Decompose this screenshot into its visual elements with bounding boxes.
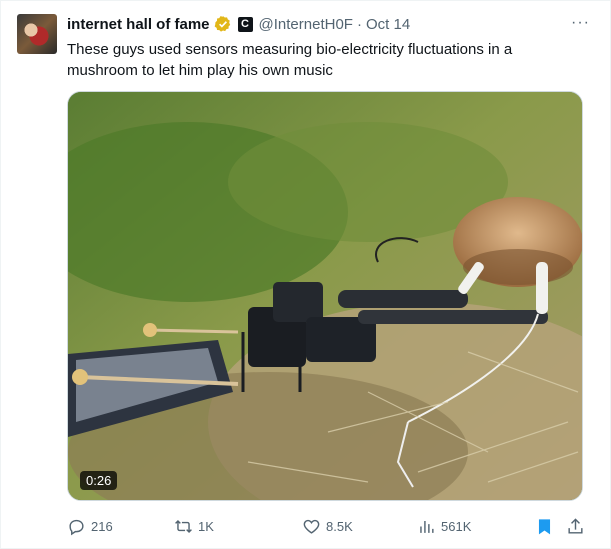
like-button[interactable]: 8.5K [302,515,353,537]
author-handle[interactable]: @InternetH0F [259,16,353,33]
views-count: 561K [441,518,472,534]
tweet-date[interactable]: Oct 14 [366,16,410,33]
bookmark-icon [538,518,551,534]
reply-count: 216 [91,518,113,534]
bookmark-button[interactable] [535,515,559,537]
retweet-icon [175,519,192,533]
retweet-button[interactable]: 1K [174,515,214,537]
share-button[interactable] [566,515,590,537]
header-separator: · [356,15,362,33]
video-duration: 0:26 [80,471,118,490]
video-frame-image [68,92,582,500]
heart-icon [303,519,320,534]
share-icon [568,517,583,534]
action-bar: 216 1K 8.5K 561K [67,515,585,537]
author-name[interactable]: internet hall of fame [67,16,210,33]
author-avatar[interactable] [17,14,57,54]
retweet-count: 1K [198,518,214,534]
more-options-icon[interactable]: ··· [571,14,590,32]
tweet-video[interactable]: 0:26 [67,91,583,501]
tweet-header: internet hall of fame C @InternetH0F · O… [67,14,590,34]
views-button[interactable]: 561K [417,515,471,537]
reply-icon [69,519,84,535]
verified-badge-icon[interactable] [214,15,232,33]
views-chart-icon [420,520,434,533]
tweet-card[interactable]: internet hall of fame C @InternetH0F · O… [0,0,611,549]
reply-button[interactable]: 216 [67,515,113,537]
tweet-text: These guys used sensors measuring bio-el… [67,41,513,79]
affiliate-badge[interactable]: C [237,16,253,32]
like-count: 8.5K [326,518,353,534]
